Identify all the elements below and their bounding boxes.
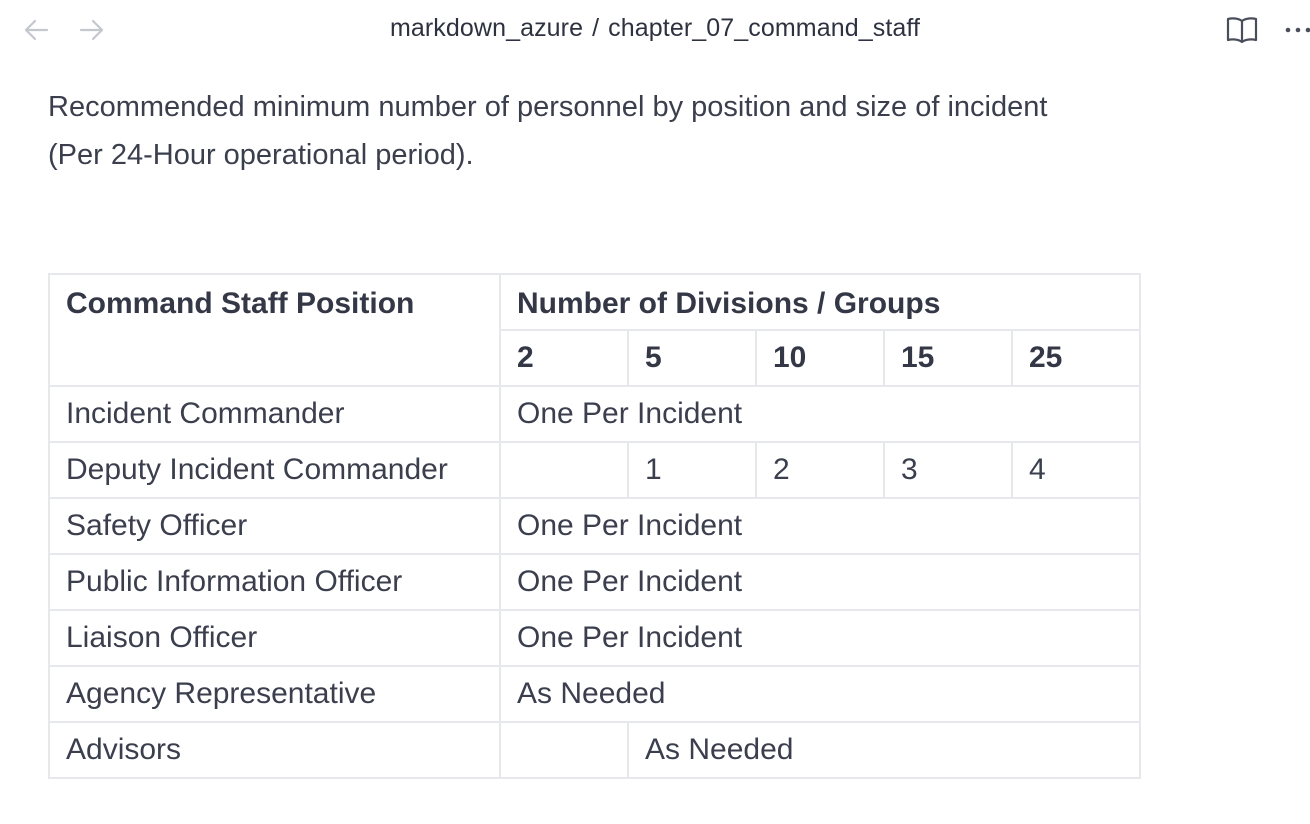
table-row: Liaison Officer One Per Incident: [48, 609, 1141, 667]
more-options-icon: [1285, 27, 1310, 33]
title-bar: markdown_azure / chapter_07_command_staff: [0, 0, 1310, 60]
size-cell: 25: [1011, 329, 1141, 387]
value-cell: 3: [883, 441, 1013, 499]
value-cell: As Needed: [627, 721, 1141, 779]
value-cell: 4: [1011, 441, 1141, 499]
size-cell: 15: [883, 329, 1013, 387]
breadcrumb-folder[interactable]: markdown_azure: [390, 14, 583, 42]
book-open-icon: [1226, 17, 1258, 44]
value-cell: As Needed: [499, 665, 1141, 723]
size-cell: 2: [499, 329, 629, 387]
value-cell: 1: [627, 441, 757, 499]
command-staff-table: Command Staff Position Number of Divisio…: [48, 273, 1141, 779]
position-cell: Public Information Officer: [48, 553, 501, 611]
value-cell: One Per Incident: [499, 385, 1141, 443]
table-row: Advisors As Needed: [48, 721, 1141, 779]
breadcrumb: markdown_azure / chapter_07_command_staff: [0, 14, 1310, 43]
table-row: Public Information Officer One Per Incid…: [48, 553, 1141, 611]
value-cell: [499, 721, 629, 779]
table-row: Agency Representative As Needed: [48, 665, 1141, 723]
position-cell: Deputy Incident Commander: [48, 441, 501, 499]
header-position: Command Staff Position: [48, 273, 501, 387]
size-cell: 5: [627, 329, 757, 387]
size-cell: 10: [755, 329, 885, 387]
reading-view-button[interactable]: [1225, 14, 1259, 46]
value-cell: 2: [755, 441, 885, 499]
breadcrumb-separator: /: [592, 14, 600, 42]
table-row: Safety Officer One Per Incident: [48, 497, 1141, 555]
position-cell: Liaison Officer: [48, 609, 501, 667]
table-row: Incident Commander One Per Incident: [48, 385, 1141, 443]
more-options-button[interactable]: [1281, 14, 1310, 46]
breadcrumb-file[interactable]: chapter_07_command_staff: [608, 14, 920, 42]
document-content: Recommended minimum number of personnel …: [48, 83, 1148, 179]
position-cell: Agency Representative: [48, 665, 501, 723]
table-header-row: Command Staff Position Number of Divisio…: [48, 273, 1141, 387]
intro-paragraph: Recommended minimum number of personnel …: [48, 91, 1048, 171]
value-cell: One Per Incident: [499, 553, 1141, 611]
value-cell: One Per Incident: [499, 497, 1141, 555]
value-cell: [499, 441, 629, 499]
position-cell: Incident Commander: [48, 385, 501, 443]
position-cell: Safety Officer: [48, 497, 501, 555]
header-divisions-groups: Number of Divisions / Groups: [499, 273, 1141, 331]
position-cell: Advisors: [48, 721, 501, 779]
table-row: Deputy Incident Commander 1 2 3 4: [48, 441, 1141, 499]
value-cell: One Per Incident: [499, 609, 1141, 667]
